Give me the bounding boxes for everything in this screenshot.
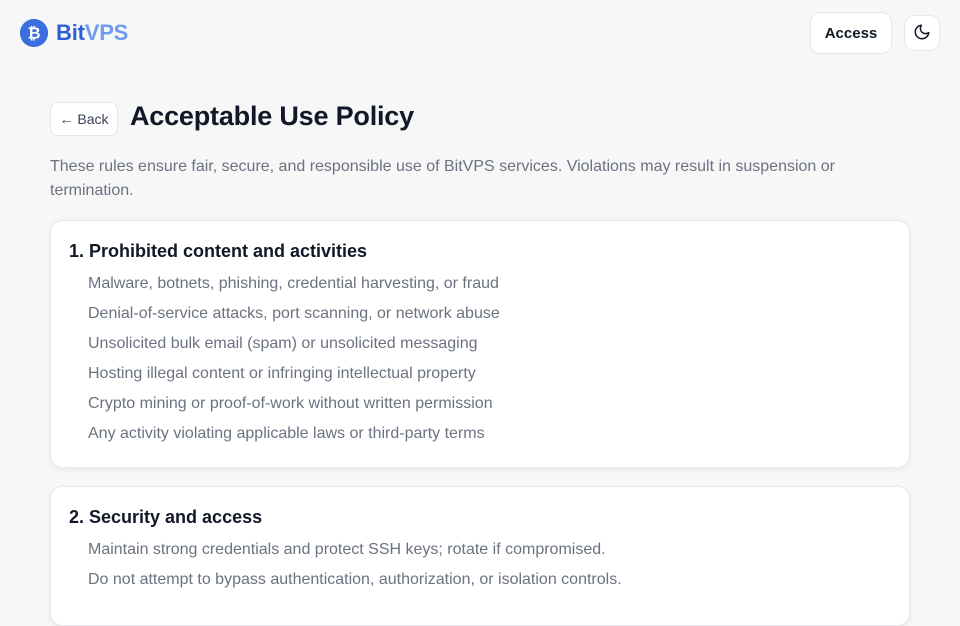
- access-button[interactable]: Access: [810, 12, 892, 54]
- list-item: Hosting illegal content or infringing in…: [88, 365, 476, 382]
- brand-name-part2: VPS: [84, 20, 129, 45]
- section-list: Maintain strong credentials and protect …: [69, 535, 891, 595]
- section-card-security: 2. Security and access Maintain strong c…: [50, 486, 910, 626]
- brand[interactable]: ₿ BitVPS: [20, 19, 128, 47]
- intro-text: These rules ensure fair, secure, and res…: [50, 158, 835, 199]
- back-button[interactable]: ← Back: [50, 102, 118, 136]
- list-item: Maintain strong credentials and protect …: [88, 541, 606, 558]
- bitcoin-icon: ₿: [20, 19, 48, 47]
- brand-name: BitVPS: [56, 20, 128, 46]
- moon-icon: [913, 23, 931, 44]
- brand-name-part1: Bit: [56, 20, 85, 45]
- section-title: 2. Security and access: [69, 507, 263, 527]
- list-item: Crypto mining or proof-of-work without w…: [88, 395, 493, 412]
- page-title: Acceptable Use Policy: [130, 101, 414, 131]
- list-item: Unsolicited bulk email (spam) or unsolic…: [88, 335, 478, 352]
- section-title: 1. Prohibited content and activities: [69, 241, 368, 261]
- section-card-prohibited: 1. Prohibited content and activities Mal…: [50, 220, 910, 468]
- top-header: ₿ BitVPS Access: [0, 0, 960, 66]
- list-item: Do not attempt to bypass authentication,…: [88, 571, 622, 588]
- list-item: Denial-of-service attacks, port scanning…: [88, 305, 500, 322]
- list-item: Any activity violating applicable laws o…: [88, 425, 485, 442]
- list-item: Malware, botnets, phishing, credential h…: [88, 275, 499, 292]
- svg-text:₿: ₿: [27, 24, 40, 43]
- section-list: Malware, botnets, phishing, credential h…: [69, 269, 891, 449]
- theme-toggle-button[interactable]: [904, 15, 940, 51]
